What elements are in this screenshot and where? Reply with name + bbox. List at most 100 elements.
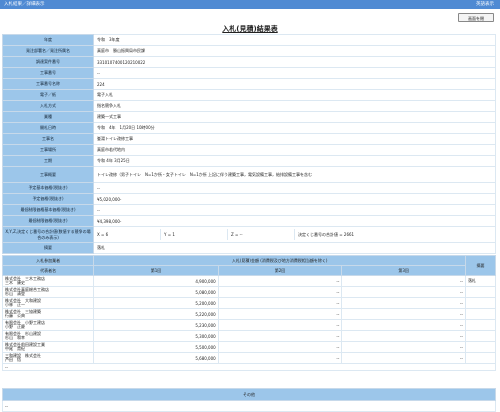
bid-row: 株式会社 大和建設 小林 正一 5,200,000 -- -- (1, 297, 497, 309)
bid-amount-r3: -- (341, 352, 466, 364)
other-header: その他 (2, 388, 496, 401)
info-value: 電子入札 (93, 89, 496, 101)
info-label: 工事番号名称 (2, 78, 94, 90)
bid-row: 株式会社前田建設工業 中尾 貴紀 5,500,000 -- -- (1, 341, 497, 353)
info-row: 工期 令和 4年 3月25日 (2, 155, 496, 167)
bidder-cell: 株式会社真庭総合工務店 杉山 清登 (1, 286, 95, 298)
bid-amount-r3: -- (341, 275, 466, 287)
info-table: 年度 令和 3年度 発注部署名／発注所属名 真庭市 勝山振興局市民課 調達案件番号 331… (2, 34, 496, 254)
info-row: 工事番号名称 224 (2, 78, 496, 90)
rep-header: 代表者名 (1, 265, 95, 276)
representative-name: 杉山 和幸 (5, 335, 25, 340)
representative-name: 中尾 貴紀 (5, 346, 25, 351)
bid-amount-r3: -- (341, 319, 466, 331)
info-label: 工事概要 (2, 166, 94, 183)
remarks-value: 落札 (93, 242, 496, 254)
bid-amount-r2: -- (217, 308, 343, 320)
bid-note (464, 341, 497, 353)
representative-name: 小野 正慶 (5, 324, 25, 329)
info-label: 工事名 (2, 133, 94, 145)
bid-amount-r1: 5,680,000 (93, 352, 219, 364)
bid-amount-r3: -- (341, 341, 466, 353)
info-value: 224 (93, 78, 496, 90)
info-value: 建築一式工事 (93, 111, 496, 123)
bid-amount-r1: 4,900,000 (93, 275, 219, 287)
remarks-label: 摘要 (2, 242, 94, 254)
info-row: 業種 建築一式工事 (2, 111, 496, 123)
bid-amount-r1: 5,230,000 (93, 319, 219, 331)
info-value: 令和 4年 3月25日 (93, 155, 496, 167)
bidder-cell: 株式会社 三協建築 行藤 公典 (1, 308, 95, 320)
info-row: 予定基本価格(税抜き) -- (2, 182, 496, 194)
round3-header: 第3回 (341, 265, 466, 276)
bid-amount-r2: -- (217, 330, 343, 342)
info-row: 工事番号 -- (2, 67, 496, 79)
bid-amount-r2: -- (217, 341, 343, 353)
representative-name: 杉山 清登 (5, 291, 25, 296)
bid-row: 三和建設 株式会社 芦田 悟 5,680,000 -- -- (1, 352, 497, 364)
info-label: 工事場所 (2, 144, 94, 156)
info-label: 調達案件番号 (2, 56, 94, 68)
bid-amount-r3: -- (341, 286, 466, 298)
bid-note (464, 308, 497, 320)
info-value: 令和 4年 1月20日 10時00分 (93, 122, 496, 134)
bidder-header: 入札参加業者 (1, 255, 95, 266)
bid-amount-r2: -- (217, 275, 343, 287)
info-label: 開札日時 (2, 122, 94, 134)
formula-row: X,Y,Z,決定くじ番号の合計値(数値する競争の場合のみ表示) X = 6Y = … (2, 226, 496, 243)
info-row: 入札方式 指名競争入札 (2, 100, 496, 112)
bidder-cell: 株式会社 三木工務店 三木 康史 (1, 275, 95, 287)
formula-z: Z = -- (227, 229, 295, 240)
bid-amount-r2: -- (217, 319, 343, 331)
info-value: 3310107400120210022 (93, 56, 496, 68)
info-value: 真庭市若代地内 (93, 144, 496, 156)
bid-amount-r3: -- (341, 297, 466, 309)
bidder-cell: 株式会社前田建設工業 中尾 貴紀 (1, 341, 95, 353)
formula-total: 決定くじ番号の合計値 = 2661 (294, 229, 495, 240)
bid-amount-r1: 5,220,000 (93, 308, 219, 320)
bidder-cell: 三和建設 株式会社 芦田 悟 (1, 352, 95, 364)
window-title: 入札結果／詳細表示 (4, 2, 45, 7)
info-label: 工事番号 (2, 67, 94, 79)
bid-row: 株式会社 三木工務店 三木 康史 4,900,000 -- -- 落札 (1, 275, 497, 287)
info-label: 工期 (2, 155, 94, 167)
formula-y: Y = 1 (160, 229, 228, 240)
info-label: 年度 (2, 34, 94, 46)
info-row: 開札日時 令和 4年 1月20日 10時00分 (2, 122, 496, 134)
info-label: 予定基本価格(税抜き) (2, 182, 94, 194)
info-row: 工事場所 真庭市若代地内 (2, 144, 496, 156)
info-row: 最低制限価格(税抜き) ¥4,398,000- (2, 215, 496, 227)
close-page-button[interactable]: 画面を閉 (458, 13, 494, 22)
representative-name: 小林 正一 (5, 302, 25, 307)
info-row: 年度 令和 3年度 (2, 34, 496, 46)
info-value: -- (93, 67, 496, 79)
info-value: 真庭市 勝山振興局市民課 (93, 45, 496, 57)
bid-amount-r1: 5,080,000 (93, 286, 219, 298)
page-title: 入札(見積)結果表 (222, 25, 278, 33)
info-value: 峯湯トイレ改修工事 (93, 133, 496, 145)
info-value: ¥4,398,000- (93, 215, 496, 227)
round1-header: 第1回 (93, 265, 219, 276)
bid-note (464, 297, 497, 309)
info-row: 工事概要 トイレ改修（男子トイレ N=1か所・女子トイレ N=1か所 上記に伴う建… (2, 166, 496, 183)
bid-amount-r2: -- (217, 286, 343, 298)
info-row: 調達案件番号 3310107400120210022 (2, 56, 496, 68)
representative-name: 行藤 公典 (5, 313, 25, 318)
bid-note (464, 352, 497, 364)
bid-amount-r1: 5,200,000 (93, 297, 219, 309)
bid-note (464, 330, 497, 342)
bid-amount-r2: -- (217, 352, 343, 364)
top-bar: 入札結果／詳細表示 英語表示 (0, 0, 500, 9)
bid-row: 株式会社真庭総合工務店 杉山 清登 5,080,000 -- -- (1, 286, 497, 298)
info-label: 入札方式 (2, 100, 94, 112)
bid-amount-r3: -- (341, 330, 466, 342)
info-row: 発注部署名／発注所属名 真庭市 勝山振興局市民課 (2, 45, 496, 57)
bid-amount-r3: -- (341, 308, 466, 320)
info-value: ¥5,020,000- (93, 193, 496, 205)
bid-amount-r1: 5,500,000 (93, 341, 219, 353)
bid-amount-r2: -- (217, 297, 343, 309)
info-label: 業種 (2, 111, 94, 123)
bidder-cell: 株式会社 大和建設 小林 正一 (1, 297, 95, 309)
english-display-link[interactable]: 英語表示 (476, 0, 494, 9)
info-label: 電子／紙 (2, 89, 94, 101)
